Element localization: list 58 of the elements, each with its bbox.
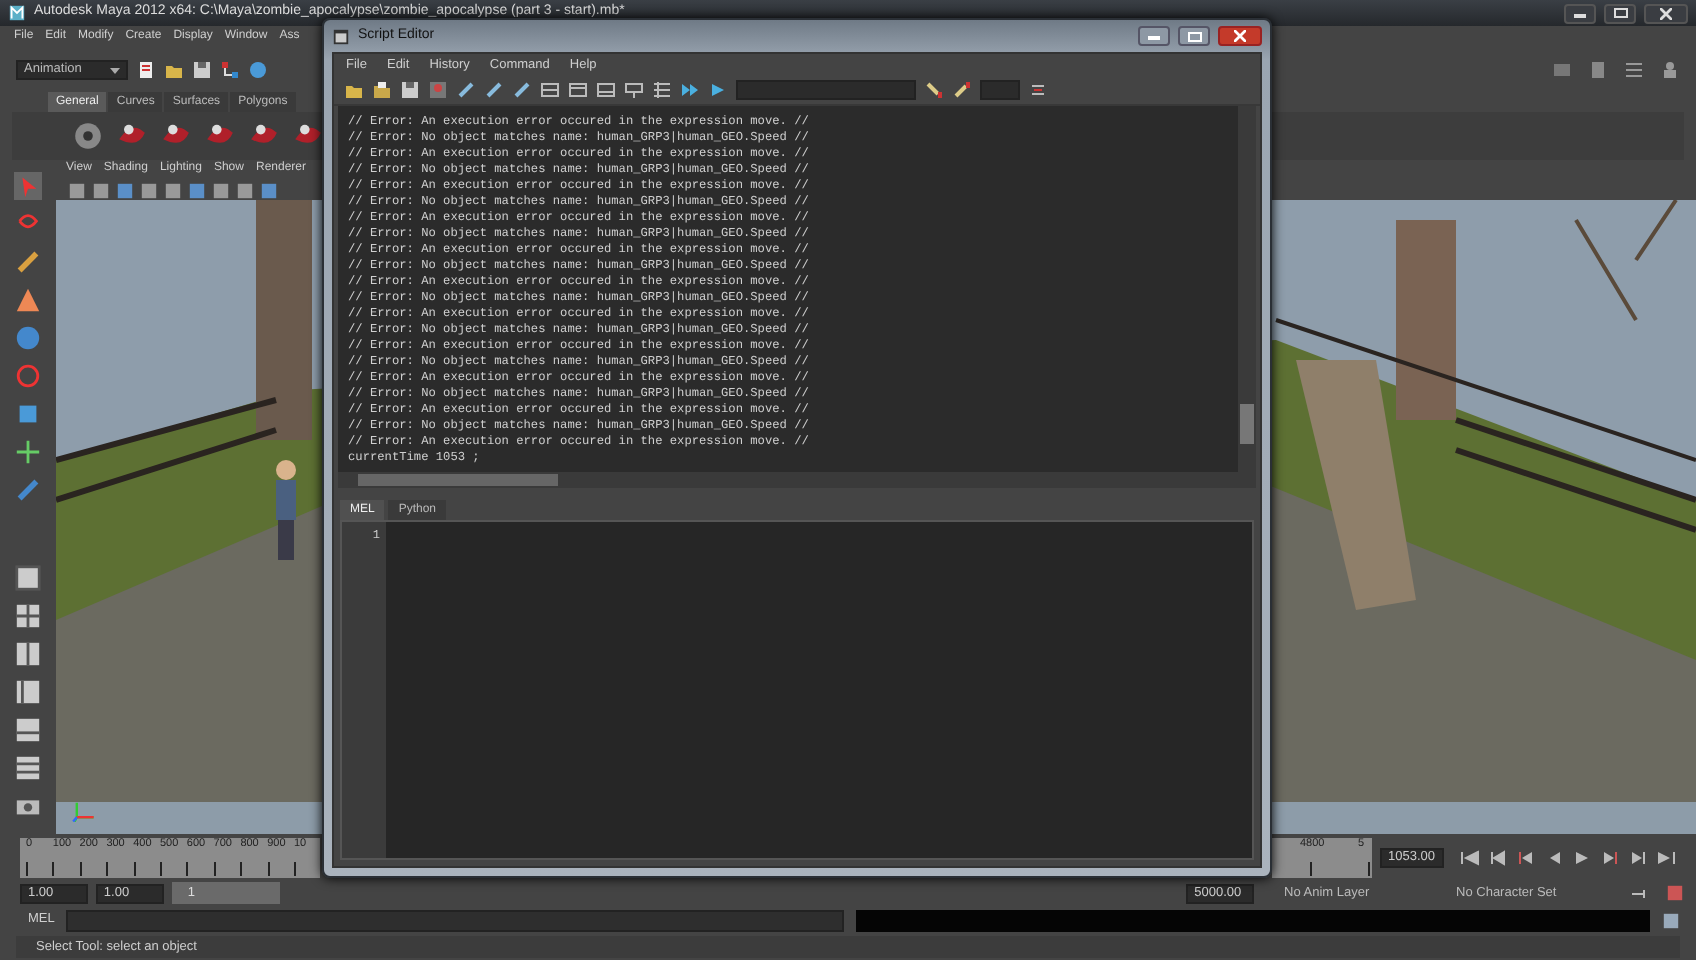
both-panes-icon[interactable] — [596, 80, 616, 100]
two-pane-layout-icon[interactable] — [14, 640, 42, 668]
graph-layout-icon[interactable] — [14, 716, 42, 744]
single-pane-layout-icon[interactable] — [14, 564, 42, 592]
folder-icon[interactable] — [164, 60, 184, 80]
input-pane-icon[interactable] — [568, 80, 588, 100]
search-field[interactable] — [736, 80, 916, 100]
history-pane-icon[interactable] — [540, 80, 560, 100]
close-icon — [1660, 7, 1672, 19]
person-icon[interactable] — [1660, 60, 1680, 80]
select-hierarchy-icon[interactable] — [220, 60, 240, 80]
step-back-key-icon[interactable] — [1488, 847, 1508, 867]
line-number-field[interactable] — [980, 80, 1020, 100]
search-up-icon[interactable] — [952, 80, 972, 100]
close-button[interactable] — [1218, 26, 1262, 46]
maximize-icon — [1613, 8, 1627, 18]
save-icon[interactable] — [400, 80, 420, 100]
command-input-field[interactable] — [66, 909, 844, 931]
caret-icon — [110, 67, 120, 73]
close-icon — [1234, 30, 1246, 42]
manipulator-icon[interactable] — [14, 476, 42, 504]
maya-logo-icon — [8, 4, 26, 22]
next-key-icon[interactable] — [1600, 847, 1620, 867]
step-forward-icon[interactable] — [1628, 847, 1648, 867]
move-icon[interactable] — [14, 438, 42, 466]
brush-icon[interactable] — [14, 248, 42, 276]
previous-key-icon[interactable] — [1516, 847, 1536, 867]
four-pane-layout-icon[interactable] — [14, 602, 42, 630]
window-icon — [332, 27, 350, 45]
minimize-button[interactable] — [1564, 3, 1596, 23]
cube-icon[interactable] — [14, 400, 42, 428]
skip-to-start-icon[interactable] — [1460, 847, 1480, 867]
grid-layout-icon[interactable] — [14, 754, 42, 782]
close-button[interactable] — [1644, 3, 1688, 23]
play-icon[interactable] — [1572, 847, 1592, 867]
line-numbers-icon[interactable] — [652, 80, 672, 100]
minimize-icon — [1148, 32, 1160, 40]
maximize-button[interactable] — [1604, 3, 1636, 23]
outliner-layout-icon[interactable] — [14, 678, 42, 706]
execute-icon[interactable] — [708, 80, 728, 100]
horizontal-scroll-bar[interactable] — [338, 472, 1256, 488]
maximize-icon — [1187, 31, 1201, 41]
film-reel-icon[interactable] — [72, 120, 104, 152]
save-icon[interactable] — [192, 60, 212, 80]
skip-to-end-icon[interactable] — [1656, 847, 1676, 867]
list-icon[interactable] — [1624, 60, 1644, 80]
maximize-button[interactable] — [1178, 26, 1210, 46]
new-scene-icon[interactable] — [136, 60, 156, 80]
search-down-icon[interactable] — [924, 80, 944, 100]
cone-icon[interactable] — [14, 286, 42, 314]
echo-commands-icon[interactable] — [624, 80, 644, 100]
axis-icon — [72, 798, 96, 822]
minimize-button[interactable] — [1138, 26, 1170, 46]
vertical-scroll-bar[interactable] — [1238, 106, 1256, 472]
minimize-icon — [1574, 9, 1586, 17]
open-file-icon[interactable] — [372, 80, 392, 100]
folder-icon[interactable] — [344, 80, 364, 100]
execute-all-icon[interactable] — [680, 80, 700, 100]
